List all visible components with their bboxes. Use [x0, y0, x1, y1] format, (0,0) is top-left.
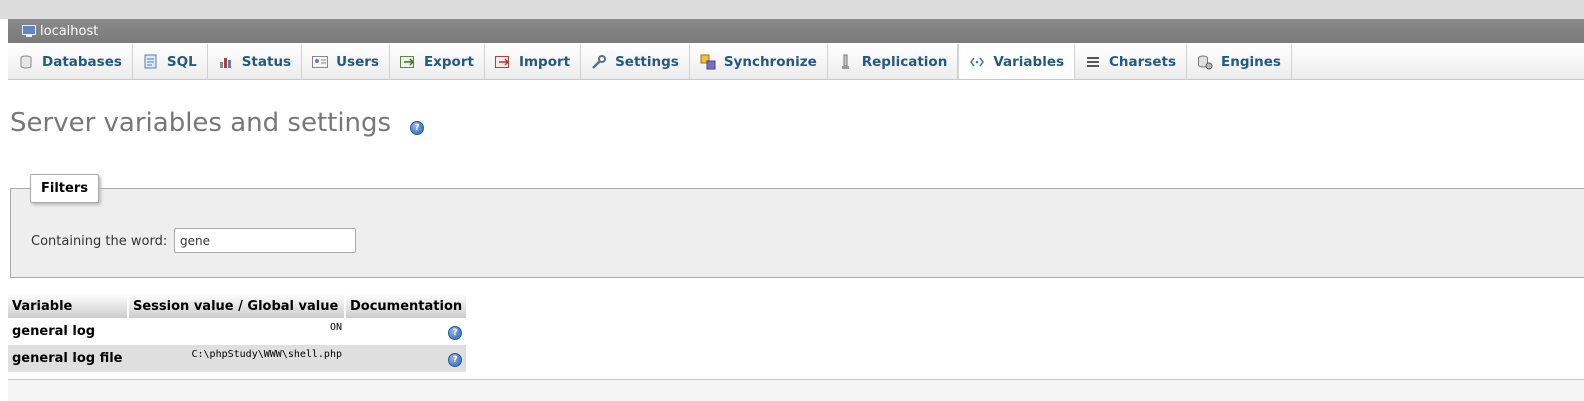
filter-word-input[interactable] [174, 228, 356, 253]
help-icon[interactable]: ? [448, 352, 463, 367]
tab-export[interactable]: Export [390, 44, 485, 79]
tab-label: Status [241, 53, 292, 70]
tab-synchronize[interactable]: Synchronize [690, 44, 828, 79]
tab-label: Charsets [1109, 53, 1176, 70]
variables-icon [969, 54, 985, 70]
main-tabs: Databases SQL Status Users Export Import [8, 44, 1584, 80]
tab-charsets[interactable]: Charsets [1075, 44, 1187, 79]
tab-label: Replication [861, 53, 948, 70]
tab-databases[interactable]: Databases [8, 44, 133, 79]
server-label: localhost [40, 23, 99, 39]
tab-replication[interactable]: Replication [828, 44, 959, 79]
import-icon [494, 54, 511, 70]
tab-label: Variables [993, 53, 1065, 70]
replication-icon [838, 54, 854, 70]
table-row: general log file C:\phpStudy\WWW\shell.p… [8, 345, 467, 372]
tab-sql[interactable]: SQL [133, 44, 208, 79]
help-icon[interactable]: ? [410, 121, 424, 135]
users-icon [312, 54, 329, 70]
filters-legend: Filters [30, 174, 99, 203]
tab-import[interactable]: Import [485, 44, 582, 79]
table-row: general log ON ? [8, 318, 467, 345]
sql-icon [143, 54, 159, 70]
database-icon [18, 54, 34, 70]
footer-area [8, 380, 1584, 401]
status-icon [218, 54, 234, 70]
variable-name: general log [8, 318, 129, 345]
tab-label: Export [423, 53, 474, 70]
engines-icon [1197, 54, 1213, 70]
filter-label: Containing the word: [31, 234, 168, 249]
tab-label: Synchronize [723, 53, 817, 70]
tab-status[interactable]: Status [208, 44, 303, 79]
tab-label: Engines [1220, 53, 1281, 70]
charsets-icon [1085, 54, 1101, 70]
tab-engines[interactable]: Engines [1187, 44, 1292, 79]
column-header-variable[interactable]: Variable [8, 294, 129, 318]
help-icon[interactable]: ? [448, 325, 463, 340]
server-icon [22, 25, 36, 37]
export-icon [399, 54, 416, 70]
documentation-cell: ? [346, 345, 467, 372]
column-header-documentation[interactable]: Documentation [346, 294, 467, 318]
tab-variables[interactable]: Variables [958, 44, 1076, 79]
variable-name: general log file [8, 345, 129, 372]
variables-table: Variable Session value / Global value Do… [8, 294, 467, 372]
tab-settings[interactable]: Settings [581, 44, 690, 79]
server-breadcrumb[interactable]: localhost [8, 19, 1584, 43]
tab-label: Settings [615, 53, 679, 70]
wrench-icon [591, 54, 607, 70]
documentation-cell: ? [346, 318, 467, 345]
variable-value[interactable]: ON [129, 318, 346, 345]
tab-label: SQL [166, 53, 197, 70]
tab-label: Databases [42, 53, 122, 70]
synchronize-icon [700, 54, 716, 70]
tab-label: Users [336, 53, 379, 70]
tab-label: Import [518, 53, 571, 70]
page-title: Server variables and settings [10, 108, 392, 138]
variable-value[interactable]: C:\phpStudy\WWW\shell.php [129, 345, 346, 372]
column-header-value[interactable]: Session value / Global value [129, 294, 346, 318]
top-strip [0, 0, 1584, 19]
tab-users[interactable]: Users [302, 44, 390, 79]
